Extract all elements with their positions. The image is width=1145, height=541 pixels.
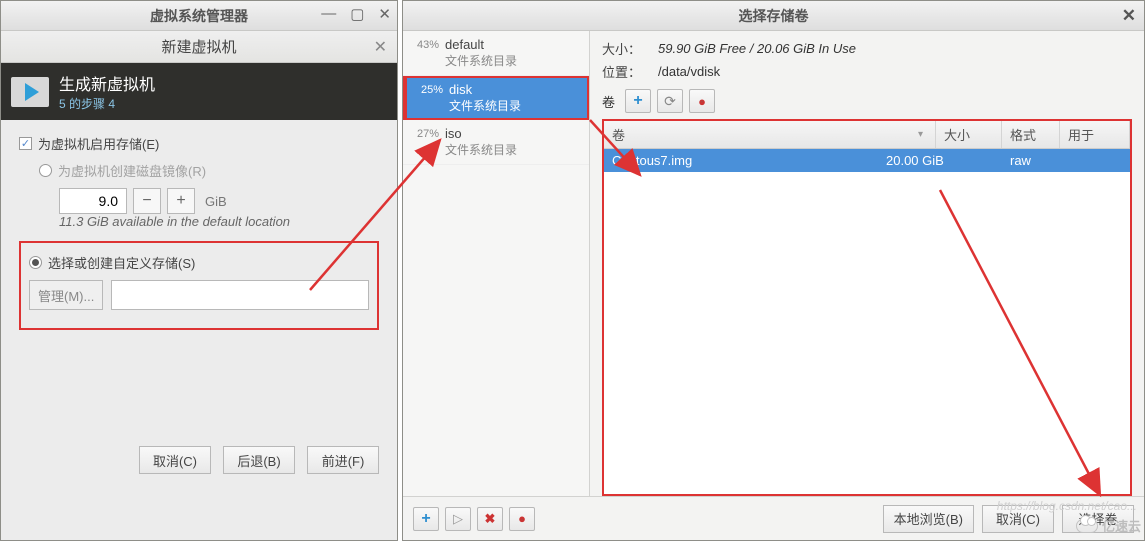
add-pool-button[interactable]: +: [413, 507, 439, 531]
storage-form: 为虚拟机启用存储(E) 为虚拟机创建磁盘镜像(R) − + GiB 11.3 G…: [1, 120, 397, 340]
disk-size-row: − + GiB: [59, 188, 379, 214]
select-volume-window: 选择存储卷 ✕ 43% default文件系统目录 25% disk文件系统目录…: [402, 0, 1145, 541]
volume-label: 卷: [602, 92, 615, 111]
close-icon[interactable]: ✕: [378, 5, 391, 23]
manage-button[interactable]: 管理(M)...: [29, 280, 103, 310]
storage-path-input[interactable]: [111, 280, 369, 310]
disk-size-unit: GiB: [205, 194, 227, 209]
volume-use: [1060, 149, 1130, 172]
play-icon: ▷: [453, 511, 463, 527]
new-volume-button[interactable]: +: [625, 89, 651, 113]
volume-row[interactable]: Centous7.img 20.00 GiB raw: [604, 149, 1130, 172]
refresh-button[interactable]: ⟳: [657, 89, 683, 113]
enable-storage-label: 为虚拟机启用存储(E): [38, 134, 159, 153]
start-pool-button[interactable]: ▷: [445, 507, 471, 531]
custom-storage-box: 选择或创建自定义存储(S) 管理(M)...: [19, 241, 379, 330]
col-fmt[interactable]: 格式: [1002, 121, 1060, 148]
spin-minus-button[interactable]: −: [133, 188, 161, 214]
choose-volume-button[interactable]: 选择卷: [1062, 505, 1134, 533]
size-label: 大小：: [602, 39, 650, 58]
volume-table-header: 卷▾ 大小 格式 用于: [604, 121, 1130, 149]
volume-name: Centous7.img: [604, 149, 878, 172]
volume-cancel-button[interactable]: 取消(C): [982, 505, 1054, 533]
vm-play-icon: [11, 77, 49, 107]
refresh-icon: ⟳: [664, 93, 676, 110]
minimize-icon[interactable]: —: [321, 5, 336, 23]
available-space-note: 11.3 GiB available in the default locati…: [59, 214, 379, 229]
location-label: 位置：: [602, 62, 650, 81]
custom-storage-label: 选择或创建自定义存储(S): [48, 253, 195, 272]
vm-manager-title: 虚拟系统管理器: [150, 6, 248, 26]
delete-volume-button[interactable]: ●: [689, 89, 715, 113]
pool-detail: 大小： 59.90 GiB Free / 20.06 GiB In Use 位置…: [590, 31, 1144, 496]
delete-icon: ●: [698, 94, 706, 109]
pool-item-disk[interactable]: 25% disk文件系统目录: [403, 76, 589, 120]
stop-icon: ✖: [485, 511, 496, 527]
disk-size-input[interactable]: [59, 188, 127, 214]
wizard-buttons: 取消(C) 后退(B) 前进(F): [139, 446, 379, 474]
volume-close-icon[interactable]: ✕: [1122, 6, 1136, 26]
pool-item-iso[interactable]: 27% iso文件系统目录: [403, 120, 589, 165]
banner-title: 生成新虚拟机: [59, 71, 155, 95]
select-volume-title: 选择存储卷: [739, 6, 809, 26]
volume-size: 20.00 GiB: [878, 149, 1002, 172]
enable-storage-checkbox[interactable]: [19, 137, 32, 150]
storage-pool-list: 43% default文件系统目录 25% disk文件系统目录 27% iso…: [403, 31, 590, 496]
vm-manager-window: 虚拟系统管理器 — ▢ ✕ 新建虚拟机 ✕ 生成新虚拟机 5 的步骤 4 为虚拟…: [0, 0, 398, 541]
create-disk-label: 为虚拟机创建磁盘镜像(R): [58, 161, 206, 180]
local-browse-button[interactable]: 本地浏览(B): [883, 505, 974, 533]
dialog-close-icon[interactable]: ✕: [374, 37, 387, 57]
create-disk-radio[interactable]: [39, 164, 52, 177]
maximize-icon[interactable]: ▢: [350, 5, 364, 23]
volume-toolbar: 卷 + ⟳ ●: [602, 89, 1132, 113]
volume-fmt: raw: [1002, 149, 1060, 172]
delete-pool-button[interactable]: ●: [509, 507, 535, 531]
col-size[interactable]: 大小: [936, 121, 1002, 148]
back-button[interactable]: 后退(B): [223, 446, 295, 474]
banner-step: 5 的步骤 4: [59, 95, 155, 112]
vm-manager-titlebar: 虚拟系统管理器 — ▢ ✕: [1, 1, 397, 31]
wizard-banner: 生成新虚拟机 5 的步骤 4: [1, 63, 397, 120]
col-use[interactable]: 用于: [1060, 121, 1130, 148]
col-name[interactable]: 卷▾: [604, 121, 936, 148]
new-vm-dialog-title: 新建虚拟机 ✕: [1, 31, 397, 63]
cancel-button[interactable]: 取消(C): [139, 446, 211, 474]
location-value: /data/vdisk: [658, 64, 720, 79]
volume-table: 卷▾ 大小 格式 用于 Centous7.img 20.00 GiB raw: [602, 119, 1132, 496]
spin-plus-button[interactable]: +: [167, 188, 195, 214]
custom-storage-radio[interactable]: [29, 256, 42, 269]
size-value: 59.90 GiB Free / 20.06 GiB In Use: [658, 41, 856, 56]
forward-button[interactable]: 前进(F): [307, 446, 379, 474]
plus-icon: +: [633, 92, 642, 110]
select-volume-footer: + ▷ ✖ ● 本地浏览(B) 取消(C) 选择卷: [403, 496, 1144, 540]
stop-pool-button[interactable]: ✖: [477, 507, 503, 531]
sort-icon: ▾: [918, 129, 923, 140]
select-volume-titlebar: 选择存储卷 ✕: [403, 1, 1144, 31]
plus-icon: +: [421, 510, 430, 528]
pool-item-default[interactable]: 43% default文件系统目录: [403, 31, 589, 76]
delete-icon: ●: [518, 511, 526, 526]
